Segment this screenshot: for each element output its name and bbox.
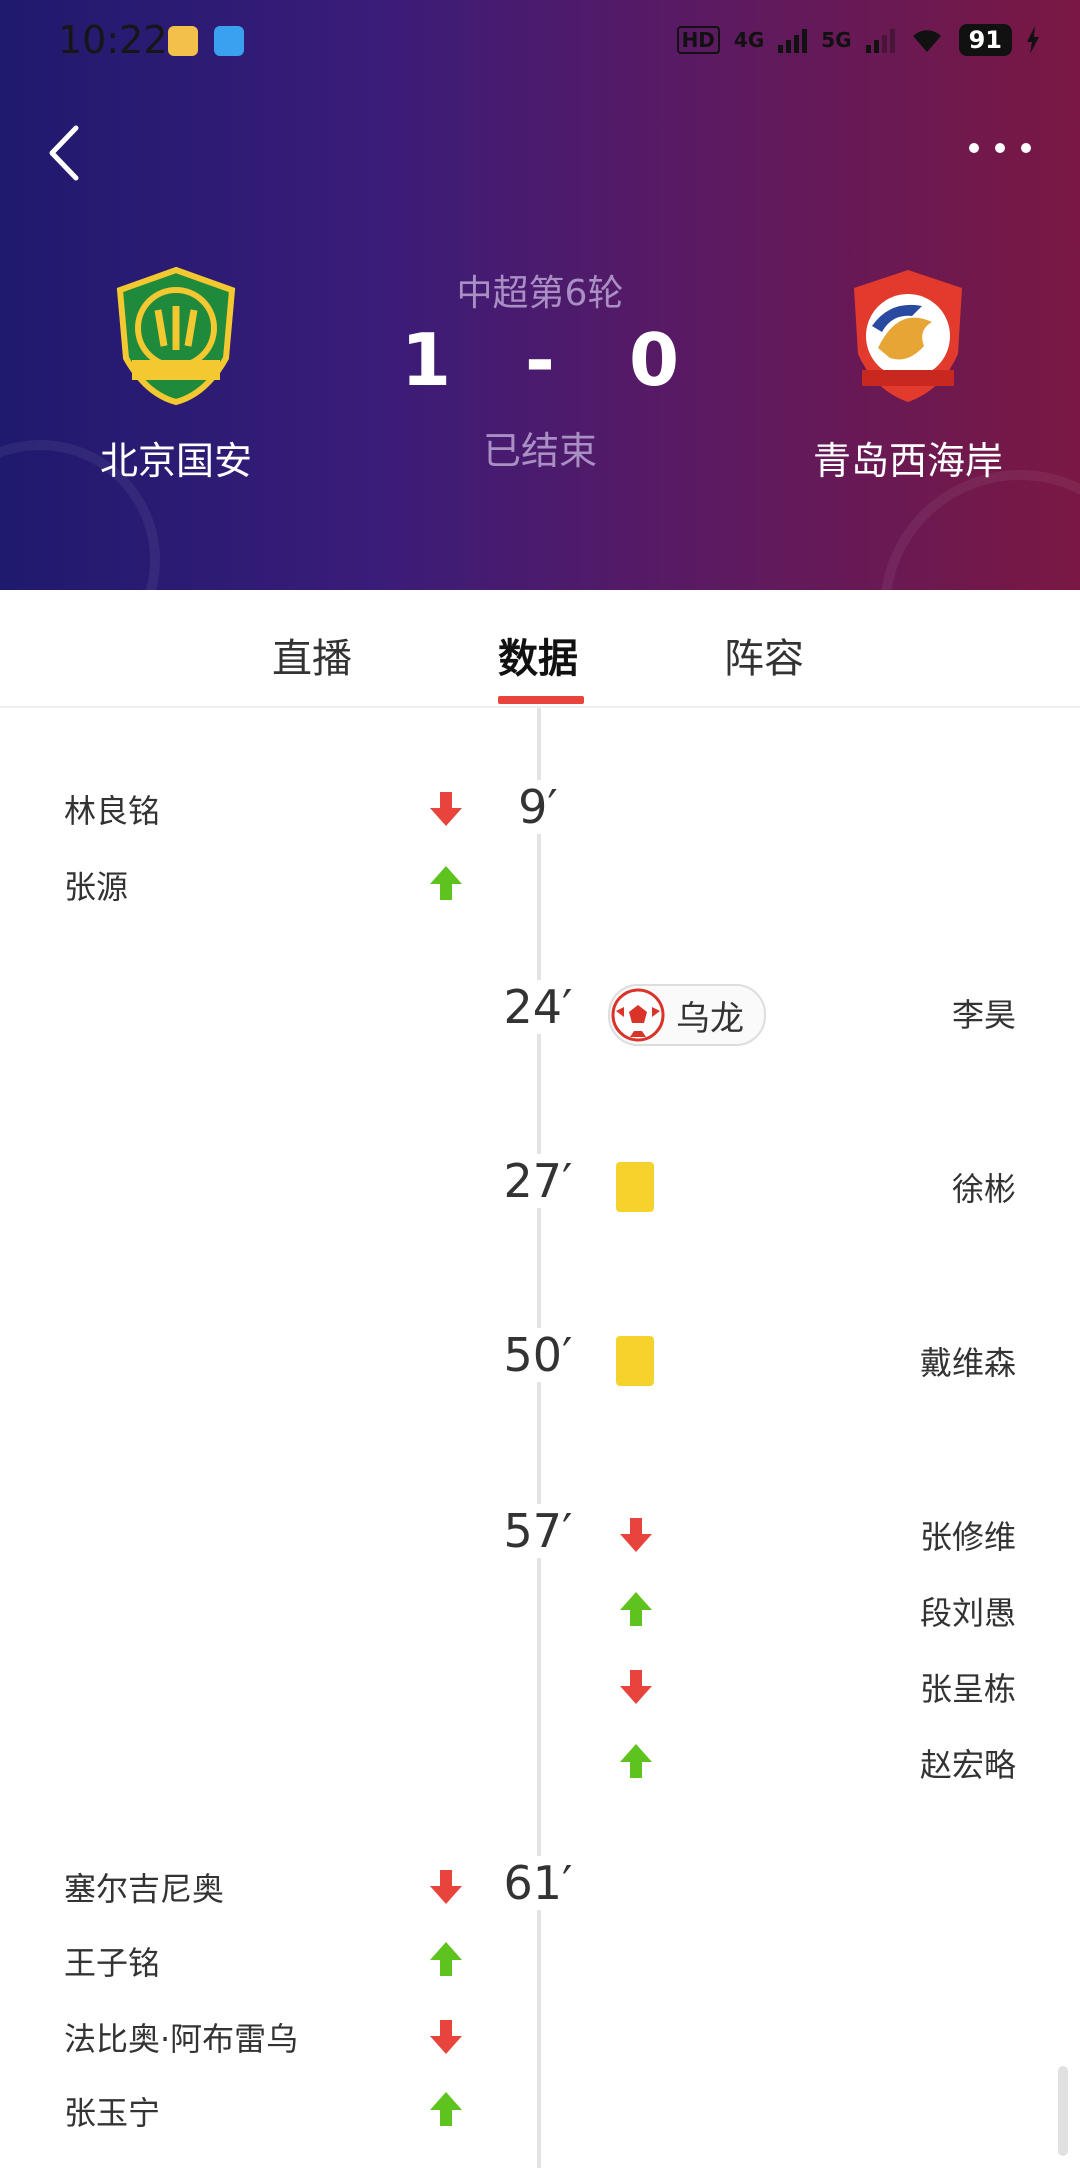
sub-in-arrow-icon xyxy=(430,2092,462,2126)
player-sub-out: 张呈栋 xyxy=(919,1670,1016,1708)
yellow-card-icon xyxy=(616,1162,654,1212)
sub-out-arrow-icon xyxy=(620,1518,652,1552)
match-status: 已结束 xyxy=(482,429,597,473)
away-score: 0 xyxy=(628,318,680,402)
away-team-logo xyxy=(854,270,962,402)
player-own-goal: 李昊 xyxy=(951,996,1016,1034)
back-button[interactable] xyxy=(40,118,100,188)
player-sub-out: 塞尔吉尼奥 xyxy=(64,1870,225,1908)
player-sub-in: 张源 xyxy=(64,868,129,906)
tab-bar: 直播 数据 阵容 xyxy=(0,590,1080,708)
own-goal-badge: 乌龙 xyxy=(608,984,766,1046)
sub-in-arrow-icon xyxy=(620,1592,652,1626)
event-minute: 27′ xyxy=(478,1154,598,1208)
tab-lineup[interactable]: 阵容 xyxy=(724,626,804,684)
notification-app-icon xyxy=(214,26,244,56)
player-yellow-card: 戴维森 xyxy=(919,1344,1016,1382)
competition-round: 中超第6轮 xyxy=(456,273,624,314)
player-yellow-card: 徐彬 xyxy=(951,1170,1016,1208)
sub-in-arrow-icon xyxy=(620,1744,652,1778)
away-team[interactable]: 青岛西海岸 xyxy=(758,266,1058,485)
sub-out-arrow-icon xyxy=(430,1870,462,1904)
tab-stats[interactable]: 数据 xyxy=(498,626,578,684)
decor-circle xyxy=(880,470,1080,590)
player-sub-in: 段刘愚 xyxy=(919,1594,1016,1632)
status-bar: 10:22 HD 4G 5G 91 xyxy=(0,0,1080,86)
event-minute: 50′ xyxy=(478,1328,598,1382)
away-team-name: 青岛西海岸 xyxy=(812,439,1003,483)
sub-out-arrow-icon xyxy=(430,792,462,826)
sub-out-arrow-icon xyxy=(620,1670,652,1704)
football-icon xyxy=(611,988,665,1042)
player-sub-in: 王子铭 xyxy=(64,1944,161,1982)
event-minute: 24′ xyxy=(478,980,598,1034)
status-indicators: HD 4G 5G 91 xyxy=(676,24,1040,56)
sub-in-arrow-icon xyxy=(430,866,462,900)
scrollbar[interactable] xyxy=(1058,2066,1068,2156)
sub-in-arrow-icon xyxy=(430,1942,462,1976)
player-sub-out: 张修维 xyxy=(919,1518,1016,1556)
player-sub-out: 法比奥·阿布雷乌 xyxy=(64,2020,299,2058)
player-sub-in: 张玉宁 xyxy=(64,2094,161,2132)
yellow-card-icon xyxy=(616,1336,654,1386)
own-goal-label: 乌龙 xyxy=(676,998,744,1039)
home-team[interactable]: 北京国安 xyxy=(26,266,326,485)
event-minute: 57′ xyxy=(478,1504,598,1558)
battery-icon: 91 xyxy=(958,24,1012,56)
hd-icon: HD xyxy=(676,26,720,54)
wifi-icon xyxy=(912,30,941,52)
player-sub-out: 林良铭 xyxy=(64,792,161,830)
event-minute: 9′ xyxy=(478,780,598,834)
notification-app-icon xyxy=(168,26,198,56)
network-5g-label: 5G xyxy=(821,28,852,52)
home-team-logo xyxy=(116,266,236,406)
scoreline: 1 - 0 xyxy=(340,318,740,402)
home-score: 1 xyxy=(400,318,452,402)
charging-icon xyxy=(1027,26,1039,54)
more-options-button[interactable] xyxy=(960,128,1040,168)
network-4g-label: 4G xyxy=(733,28,765,52)
sub-out-arrow-icon xyxy=(430,2020,462,2054)
match-header: 10:22 HD 4G 5G 91 北京国安 中超第6轮 1 - 0 已结束 青… xyxy=(0,0,1080,590)
signal-4g-icon xyxy=(778,27,808,53)
player-sub-in: 赵宏略 xyxy=(919,1746,1016,1784)
event-timeline: 9′ 林良铭 张源 24′ 乌龙 李昊 27′ 徐彬 50′ 戴维森 57′ 张… xyxy=(0,708,1080,2168)
tab-live[interactable]: 直播 xyxy=(272,626,352,684)
active-tab-indicator xyxy=(498,696,584,704)
signal-5g-icon xyxy=(865,27,895,53)
timeline-line xyxy=(537,708,541,2168)
status-time: 10:22 xyxy=(58,18,168,62)
score-separator: - xyxy=(525,318,555,402)
home-team-name: 北京国安 xyxy=(99,439,252,483)
event-minute: 61′ xyxy=(478,1856,598,1910)
